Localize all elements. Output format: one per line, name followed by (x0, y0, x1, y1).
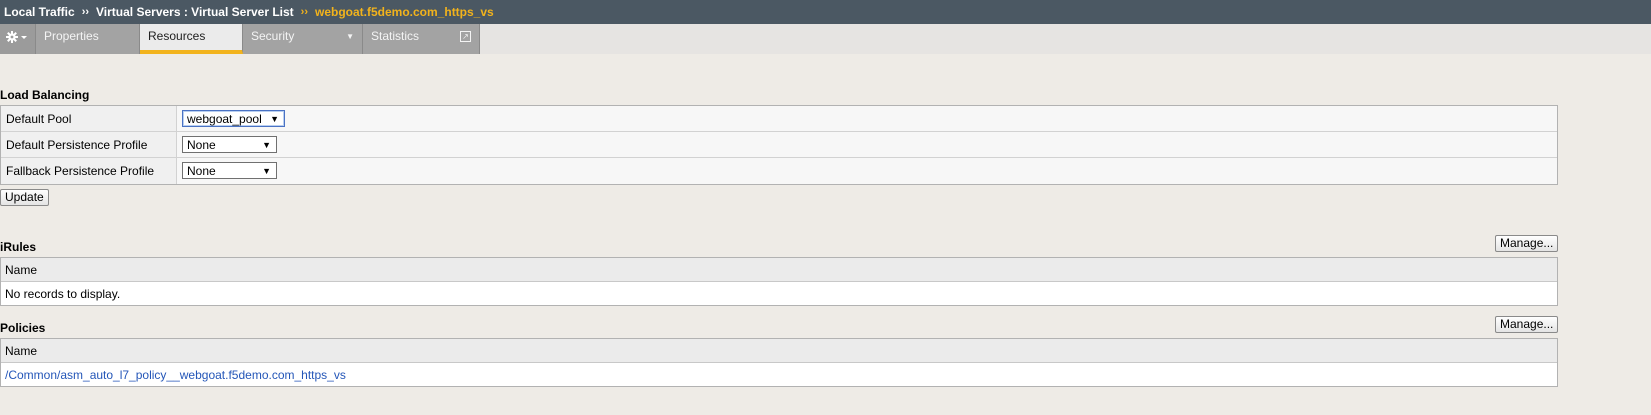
popout-icon: ↗ (460, 31, 471, 42)
policies-title: Policies (0, 321, 46, 335)
fallback-persistence-value: None (187, 164, 216, 178)
tab-properties[interactable]: Properties (36, 24, 140, 54)
chevron-down-icon: ▼ (346, 32, 354, 41)
tab-statistics-label: Statistics (371, 29, 420, 43)
fallback-persistence-row: Fallback Persistence Profile None ▼ (1, 158, 1557, 184)
tab-statistics[interactable]: Statistics ↗ (363, 24, 480, 54)
dropdown-arrow-icon: ▼ (262, 166, 271, 176)
breadcrumb-separator: ›› (81, 6, 90, 18)
default-persistence-select[interactable]: None ▼ (182, 136, 277, 153)
default-persistence-label: Default Persistence Profile (1, 132, 177, 157)
default-persistence-row: Default Persistence Profile None ▼ (1, 132, 1557, 158)
irules-column-name[interactable]: Name (1, 258, 1557, 282)
dropdown-arrow-icon: ▼ (262, 140, 271, 150)
irules-title: iRules (0, 240, 37, 254)
default-pool-row: Default Pool webgoat_pool ▼ (1, 106, 1557, 132)
default-pool-value: webgoat_pool (187, 112, 262, 126)
gear-menu-button[interactable] (0, 24, 36, 54)
fallback-persistence-label: Fallback Persistence Profile (1, 158, 177, 184)
dropdown-arrow-icon: ▼ (270, 114, 279, 124)
policies-manage-button[interactable]: Manage... (1495, 316, 1559, 333)
default-pool-cell: webgoat_pool ▼ (177, 106, 1557, 131)
gear-icon (6, 31, 28, 47)
policies-row: /Common/asm_auto_l7_policy__webgoat.f5de… (1, 363, 1557, 386)
breadcrumb-item-local-traffic[interactable]: Local Traffic (4, 5, 75, 19)
default-persistence-cell: None ▼ (177, 132, 1557, 157)
irules-empty-message: No records to display. (1, 282, 1557, 305)
irules-manage-button[interactable]: Manage... (1495, 235, 1559, 252)
irules-table: Name No records to display. (0, 257, 1558, 306)
tab-security[interactable]: Security ▼ (243, 24, 363, 54)
policies-table: Name /Common/asm_auto_l7_policy__webgoat… (0, 338, 1558, 387)
breadcrumb-current: webgoat.f5demo.com_https_vs (315, 5, 494, 19)
default-pool-select[interactable]: webgoat_pool ▼ (182, 110, 285, 127)
breadcrumb-item-virtual-server-list[interactable]: Virtual Servers : Virtual Server List (96, 5, 294, 19)
update-button[interactable]: Update (0, 189, 49, 206)
tab-security-label: Security (251, 29, 295, 43)
tab-properties-label: Properties (44, 29, 99, 43)
default-pool-label: Default Pool (1, 106, 177, 131)
policies-column-name[interactable]: Name (1, 339, 1557, 363)
tab-resources[interactable]: Resources (140, 24, 243, 54)
tab-bar: Properties Resources Security ▼ Statisti… (0, 24, 1651, 54)
tab-resources-label: Resources (148, 29, 206, 43)
load-balancing-table: Default Pool webgoat_pool ▼ Default Pers… (0, 105, 1558, 185)
policy-link[interactable]: /Common/asm_auto_l7_policy__webgoat.f5de… (5, 368, 346, 382)
breadcrumb: Local Traffic ›› Virtual Servers : Virtu… (0, 0, 1651, 24)
load-balancing-title: Load Balancing (0, 88, 90, 102)
fallback-persistence-select[interactable]: None ▼ (182, 162, 277, 179)
default-persistence-value: None (187, 138, 216, 152)
fallback-persistence-cell: None ▼ (177, 158, 1557, 184)
breadcrumb-separator: ›› (300, 6, 308, 18)
